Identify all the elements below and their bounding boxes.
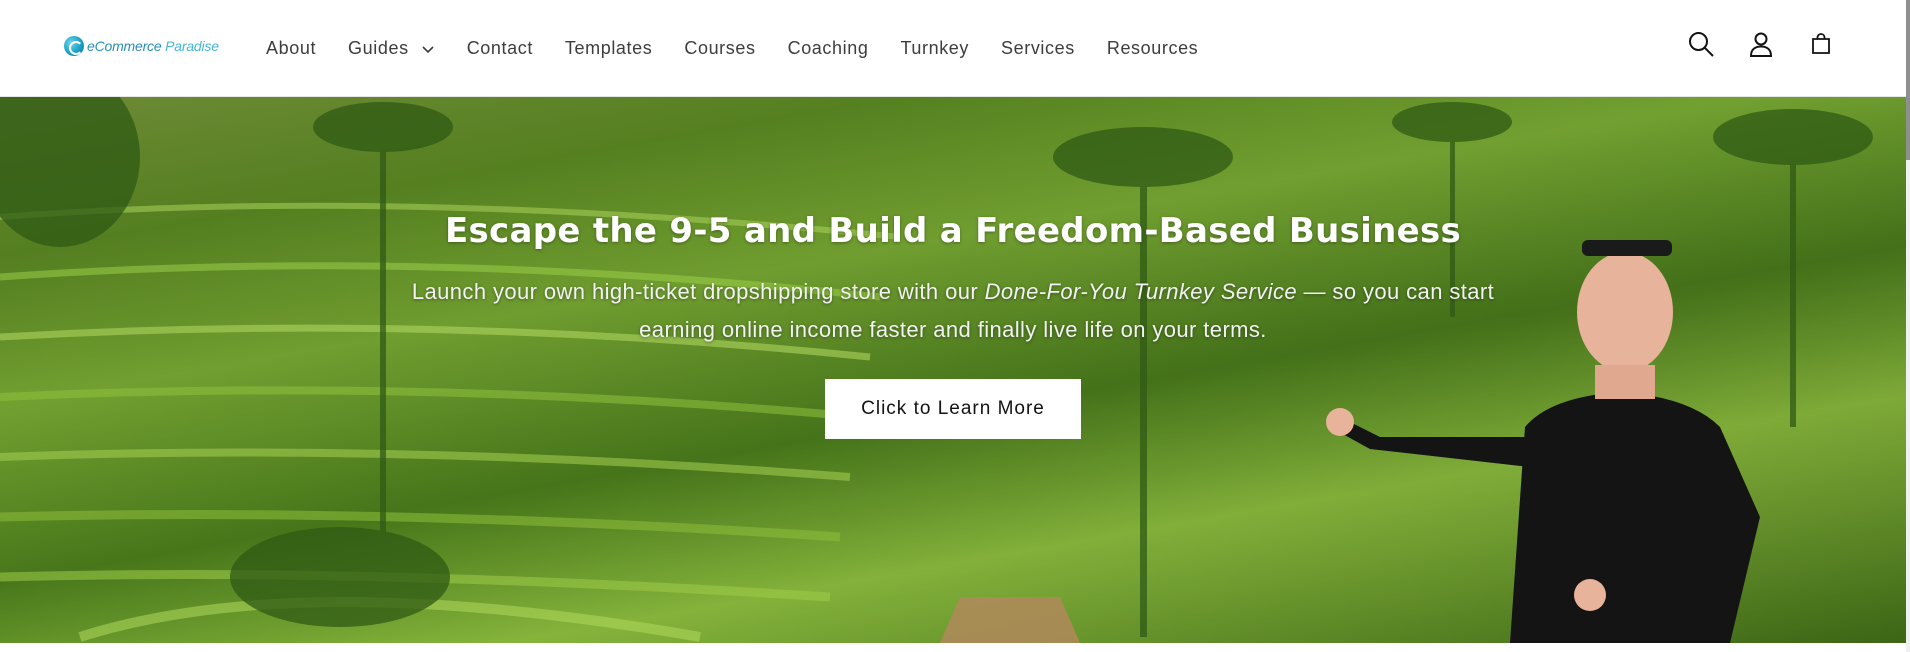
- site-header: eCommerce Paradise About Guides Contact …: [0, 0, 1906, 97]
- brand-name-part2: Paradise: [161, 38, 219, 54]
- cart-icon[interactable]: [1806, 29, 1836, 59]
- account-icon[interactable]: [1746, 29, 1776, 59]
- nav-label: About: [266, 38, 317, 58]
- globe-logo-icon: [64, 36, 84, 56]
- nav-label: Courses: [684, 38, 756, 58]
- brand-name-part1: eCommerce: [87, 38, 162, 54]
- nav-item-coaching[interactable]: Coaching: [788, 38, 869, 59]
- nav-item-turnkey[interactable]: Turnkey: [900, 38, 969, 59]
- nav-label: Contact: [466, 38, 533, 58]
- hero-subtitle-emphasis: Done-For-You Turnkey Service: [984, 279, 1297, 304]
- hero-content: Escape the 9-5 and Build a Freedom-Based…: [0, 211, 1906, 439]
- chevron-down-icon: [422, 45, 434, 53]
- nav-item-about[interactable]: About: [266, 38, 316, 59]
- learn-more-button[interactable]: Click to Learn More: [825, 379, 1081, 439]
- nav-label: Templates: [564, 38, 653, 58]
- search-icon[interactable]: [1686, 29, 1716, 59]
- hero-subtitle: Launch your own high-ticket dropshipping…: [393, 273, 1513, 349]
- nav-label: Resources: [1106, 38, 1199, 58]
- brand-logo[interactable]: eCommerce Paradise: [64, 36, 219, 56]
- nav-label: Guides: [348, 38, 409, 58]
- page-scrollbar[interactable]: [1906, 0, 1910, 652]
- nav-item-guides[interactable]: Guides: [348, 38, 435, 59]
- nav-label: Turnkey: [900, 38, 970, 58]
- nav-item-templates[interactable]: Templates: [565, 38, 652, 59]
- brand-name: eCommerce Paradise: [87, 38, 219, 54]
- header-icons: [1686, 29, 1836, 59]
- main-nav: About Guides Contact Templates Courses C…: [266, 0, 1230, 97]
- hero-subtitle-part1: Launch your own high-ticket dropshipping…: [411, 279, 985, 304]
- nav-item-resources[interactable]: Resources: [1107, 38, 1198, 59]
- hero-title: Escape the 9-5 and Build a Freedom-Based…: [444, 211, 1462, 251]
- scrollbar-thumb[interactable]: [1906, 0, 1910, 160]
- hero-banner: Escape the 9-5 and Build a Freedom-Based…: [0, 97, 1906, 643]
- nav-label: Services: [1001, 38, 1075, 58]
- nav-item-contact[interactable]: Contact: [467, 38, 533, 59]
- nav-label: Coaching: [787, 38, 869, 58]
- nav-item-services[interactable]: Services: [1001, 38, 1075, 59]
- nav-item-courses[interactable]: Courses: [684, 38, 755, 59]
